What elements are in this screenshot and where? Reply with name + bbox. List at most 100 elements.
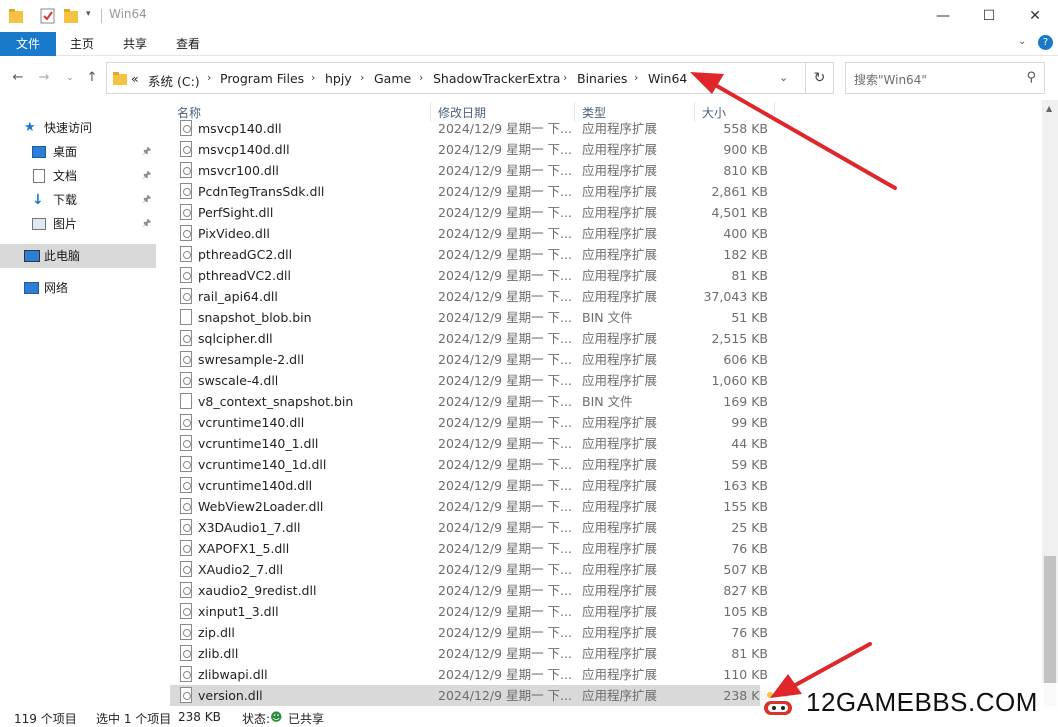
file-date: 2024/12/9 星期一 下... [438,562,572,577]
file-row[interactable]: vcruntime140d.dll 2024/12/9 星期一 下... 应用程序扩… [170,475,776,496]
dll-file-icon [180,540,192,556]
file-row[interactable]: version.dll 2024/12/9 星期一 下... 应用程序扩展 238 K… [170,685,776,706]
nav-documents[interactable]: 文档 🖈 [0,164,156,188]
file-row[interactable]: vcruntime140_1d.dll 2024/12/9 星期一 下... 应用程… [170,454,776,475]
breadcrumb-overflow[interactable]: « [131,71,139,86]
pin-icon[interactable]: 🖈 [142,140,151,164]
quick-access-dropdown-icon[interactable]: ▾ [86,9,91,27]
file-date: 2024/12/9 星期一 下... [438,436,572,451]
file-row[interactable]: sqlcipher.dll 2024/12/9 星期一 下... 应用程序扩展 2,5… [170,328,776,349]
tab-home[interactable]: 主页 [56,32,108,56]
file-name: PerfSight.dll [198,205,274,220]
breadcrumb-drive[interactable]: 系统 (C:) [148,71,200,90]
new-folder-icon[interactable] [64,7,78,25]
pin-icon[interactable]: 🖈 [142,164,151,188]
file-name: swresample-2.dll [198,352,305,367]
file-row[interactable]: PixVideo.dll 2024/12/9 星期一 下... 应用程序扩展 400 … [170,223,776,244]
file-name: msvcr100.dll [198,163,279,178]
dll-file-icon [180,162,192,178]
tab-share[interactable]: 共享 [110,32,160,56]
file-type: 应用程序扩展 [582,184,658,199]
breadcrumb-separator-icon[interactable]: › [207,71,211,84]
properties-icon[interactable] [40,7,56,25]
breadcrumb-win64[interactable]: Win64 [648,71,687,86]
file-row[interactable]: zlib.dll 2024/12/9 星期一 下... 应用程序扩展 81 KB [170,643,776,664]
file-date: 2024/12/9 星期一 下... [438,583,572,598]
file-row[interactable]: WebView2Loader.dll 2024/12/9 星期一 下... 应用程序… [170,496,776,517]
file-type: 应用程序扩展 [582,331,658,346]
file-date: 2024/12/9 星期一 下... [438,184,572,199]
breadcrumb-separator-icon[interactable]: › [563,71,567,84]
breadcrumb-separator-icon[interactable]: › [311,71,315,84]
file-name: WebView2Loader.dll [198,499,324,514]
dll-file-icon [180,330,192,346]
file-row[interactable]: X3DAudio1_7.dll 2024/12/9 星期一 下... 应用程序扩展 2… [170,517,776,538]
file-row[interactable]: zlibwapi.dll 2024/12/9 星期一 下... 应用程序扩展 110 … [170,664,776,685]
folder-icon [113,72,127,85]
file-row[interactable]: swscale-4.dll 2024/12/9 星期一 下... 应用程序扩展 1,0… [170,370,776,391]
file-row[interactable]: XAudio2_7.dll 2024/12/9 星期一 下... 应用程序扩展 507… [170,559,776,580]
search-box[interactable]: 搜索"Win64" ⚲ [845,62,1045,94]
breadcrumb-hpjy[interactable]: hpjy [325,71,352,86]
file-row[interactable]: zip.dll 2024/12/9 星期一 下... 应用程序扩展 76 KB [170,622,776,643]
dll-file-icon [180,582,192,598]
nav-desktop[interactable]: 桌面 🖈 [0,140,156,164]
close-button[interactable]: ✕ [1012,0,1058,32]
file-type: 应用程序扩展 [582,373,658,388]
breadcrumb-binaries[interactable]: Binaries [577,71,627,86]
file-row[interactable]: swresample-2.dll 2024/12/9 星期一 下... 应用程序扩展… [170,349,776,370]
file-row[interactable]: pthreadVC2.dll 2024/12/9 星期一 下... 应用程序扩展 81… [170,265,776,286]
file-row[interactable]: XAPOFX1_5.dll 2024/12/9 星期一 下... 应用程序扩展 76 … [170,538,776,559]
recent-locations-icon[interactable]: ⌄ [62,70,78,86]
maximize-button[interactable]: ☐ [966,0,1012,32]
breadcrumb-separator-icon[interactable]: › [634,71,638,84]
nav-network[interactable]: 网络 [0,276,156,300]
tab-view[interactable]: 查看 [162,32,214,56]
breadcrumb-game[interactable]: Game [374,71,411,86]
nav-network-label: 网络 [44,281,69,295]
address-dropdown-icon[interactable]: ⌄ [779,71,788,84]
breadcrumb-separator-icon[interactable]: › [419,71,423,84]
nav-pictures[interactable]: 图片 🖈 [0,212,156,236]
file-name: vcruntime140.dll [198,415,305,430]
file-row[interactable]: vcruntime140_1.dll 2024/12/9 星期一 下... 应用程序… [170,433,776,454]
file-row[interactable]: msvcp140.dll 2024/12/9 星期一 下... 应用程序扩展 558 … [170,118,776,139]
up-arrow-icon[interactable]: ↑ [84,70,100,86]
refresh-button[interactable]: ↻ [806,62,834,94]
file-row[interactable]: PcdnTegTransSdk.dll 2024/12/9 星期一 下... 应用程… [170,181,776,202]
pin-icon[interactable]: 🖈 [142,212,151,236]
file-row[interactable]: xinput1_3.dll 2024/12/9 星期一 下... 应用程序扩展 105… [170,601,776,622]
breadcrumb-shadowtrackerextra[interactable]: ShadowTrackerExtra [433,71,560,86]
file-row[interactable]: rail_api64.dll 2024/12/9 星期一 下... 应用程序扩展 37… [170,286,776,307]
help-icon[interactable]: ? [1038,35,1053,50]
nav-this-pc[interactable]: 此电脑 [0,244,156,268]
tab-file[interactable]: 文件 [0,32,56,56]
file-row[interactable]: xaudio2_9redist.dll 2024/12/9 星期一 下... 应用程… [170,580,776,601]
nav-downloads[interactable]: ↓ 下载 🖈 [0,188,156,212]
file-row[interactable]: snapshot_blob.bin 2024/12/9 星期一 下... BIN 文… [170,307,776,328]
back-arrow-icon[interactable]: ← [10,70,26,86]
dll-file-icon [180,498,192,514]
file-row[interactable]: pthreadGC2.dll 2024/12/9 星期一 下... 应用程序扩展 18… [170,244,776,265]
ribbon: 文件 主页 共享 查看 ⌄ ? [0,32,1058,56]
file-row[interactable]: v8_context_snapshot.bin 2024/12/9 星期一 下..… [170,391,776,412]
navigation-pane: ★ 快速访问 桌面 🖈 文档 🖈 ↓ 下载 🖈 图片 🖈 此电脑 网络 [0,100,160,700]
breadcrumb-separator-icon[interactable]: › [360,71,364,84]
minimize-button[interactable]: — [920,0,966,32]
address-bar[interactable]: « 系统 (C:) › Program Files › hpjy › Game … [106,62,806,94]
file-row[interactable]: msvcp140d.dll 2024/12/9 星期一 下... 应用程序扩展 900… [170,139,776,160]
pin-icon[interactable]: 🖈 [142,188,151,212]
ribbon-expand-icon[interactable]: ⌄ [1018,36,1026,47]
breadcrumb-program-files[interactable]: Program Files [220,71,304,86]
file-name: PcdnTegTransSdk.dll [198,184,325,199]
gamepad-logo-icon [764,691,792,715]
file-row[interactable]: vcruntime140.dll 2024/12/9 星期一 下... 应用程序扩展… [170,412,776,433]
file-row[interactable]: PerfSight.dll 2024/12/9 星期一 下... 应用程序扩展 4,5… [170,202,776,223]
file-row[interactable]: msvcr100.dll 2024/12/9 星期一 下... 应用程序扩展 810 … [170,160,776,181]
file-type: 应用程序扩展 [582,667,658,682]
forward-arrow-icon[interactable]: → [36,70,52,86]
nav-quick-access[interactable]: ★ 快速访问 [0,116,156,140]
document-icon [33,169,45,183]
scroll-up-icon[interactable]: ▲ [1046,104,1052,113]
search-icon[interactable]: ⚲ [1026,70,1036,85]
